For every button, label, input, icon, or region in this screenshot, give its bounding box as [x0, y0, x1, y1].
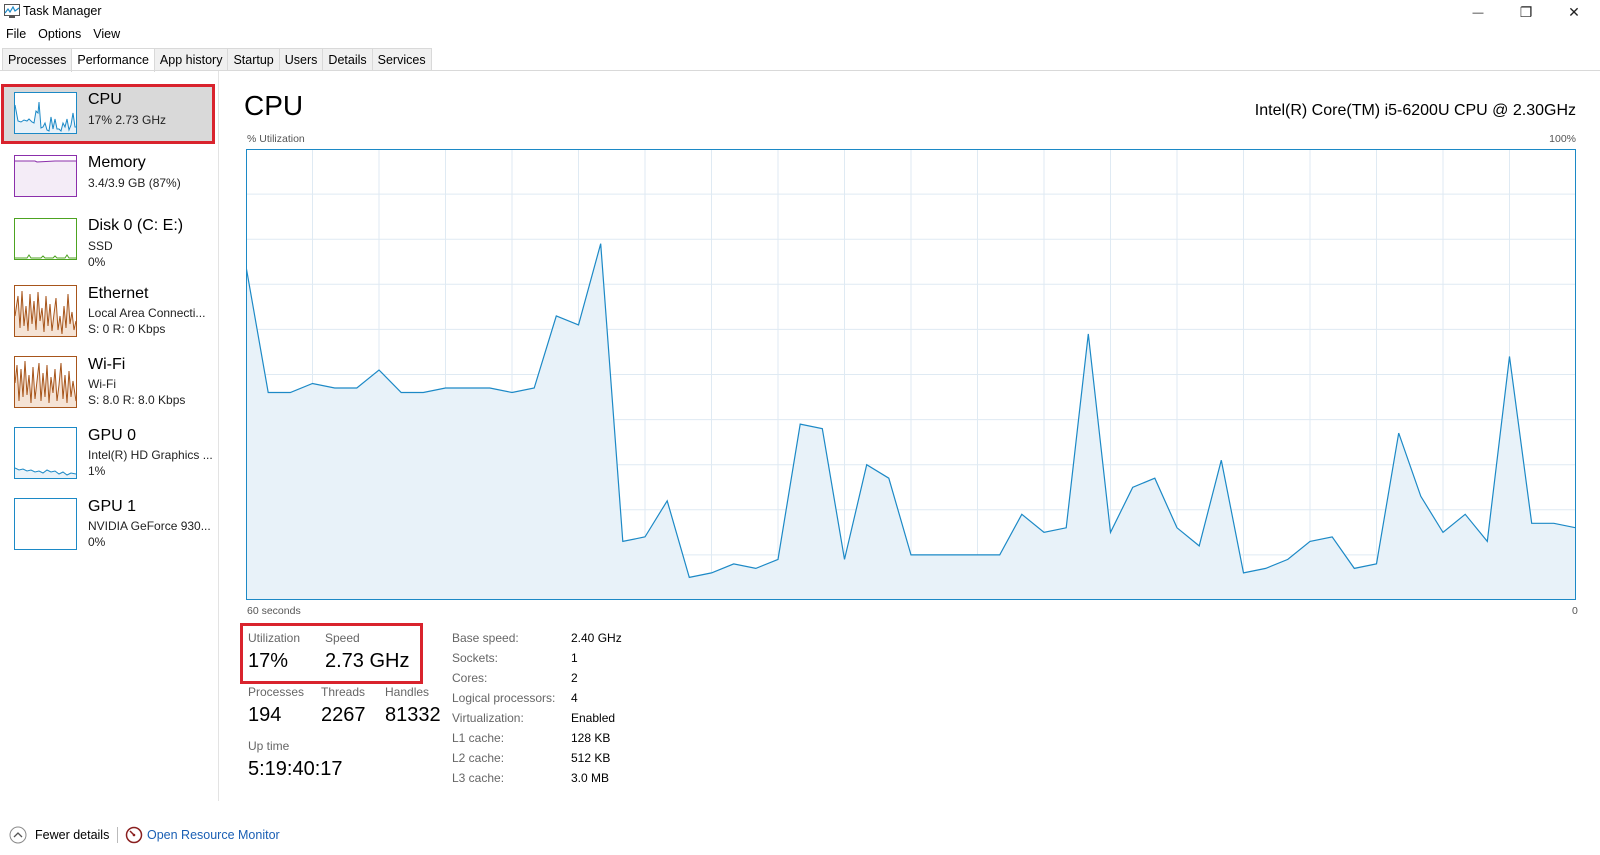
sidebar-item-detail: 1%: [88, 464, 106, 478]
sidebar-item-title: GPU 0: [88, 427, 137, 444]
y-axis-label: % Utilization: [247, 133, 305, 145]
tab-processes[interactable]: Processes: [2, 48, 73, 71]
threads-label: Threads: [321, 685, 366, 699]
sidebar-item-detail: 0%: [88, 255, 106, 269]
base-speed-value: 2.40 GHz: [571, 631, 622, 645]
cpu-model-name: Intel(R) Core(TM) i5-6200U CPU @ 2.30GHz: [1254, 102, 1576, 119]
tab-performance[interactable]: Performance: [71, 48, 155, 72]
cpu-highlight-annotation: [1, 84, 215, 144]
base-speed-label: Base speed:: [452, 631, 519, 645]
speed-value: 2.73 GHz: [325, 650, 410, 672]
processes-value: 194: [248, 704, 282, 726]
x-axis-left-label: 60 seconds: [247, 605, 301, 617]
menu-bar: File Options View: [0, 26, 126, 46]
menu-view[interactable]: View: [87, 26, 126, 46]
sidebar-item-adapter: Local Area Connecti...: [88, 306, 206, 320]
sidebar-item-adapter: Intel(R) HD Graphics ...: [88, 448, 213, 462]
tab-users[interactable]: Users: [278, 48, 324, 71]
disk-thumbnail: [14, 218, 77, 260]
minimize-button[interactable]: —: [1454, 0, 1502, 25]
sidebar-item-gpu0[interactable]: GPU 0 Intel(R) HD Graphics ... 1%: [2, 427, 213, 485]
window-title: Task Manager: [23, 4, 102, 18]
sidebar-item-wifi[interactable]: Wi-Fi Wi-Fi S: 8.0 R: 8.0 Kbps: [2, 356, 213, 414]
sidebar-item-memory[interactable]: Memory 3.4/3.9 GB (87%): [2, 149, 213, 207]
close-icon: ✕: [1568, 4, 1580, 20]
utilization-value: 17%: [248, 650, 289, 672]
footer-bar: Fewer details Open Resource Monitor: [0, 823, 1600, 849]
sidebar-item-detail: S: 0 R: 0 Kbps: [88, 322, 166, 336]
sidebar-item-adapter: NVIDIA GeForce 930...: [88, 519, 211, 533]
sidebar-item-title: Wi-Fi: [88, 356, 126, 373]
footer-divider: [117, 827, 118, 843]
ethernet-thumbnail: [14, 285, 77, 337]
sidebar-item-type: SSD: [88, 239, 113, 253]
page-title: CPU: [244, 90, 304, 121]
title-bar: Task Manager — ❐ ✕: [0, 0, 1600, 25]
uptime-value: 5:19:40:17: [248, 758, 343, 780]
virtualization-label: Virtualization:: [452, 711, 524, 725]
y-axis-max-label: 100%: [1549, 133, 1576, 145]
gpu1-thumbnail: [14, 498, 77, 550]
restore-button[interactable]: ❐: [1502, 0, 1550, 25]
logical-processors-value: 4: [571, 691, 578, 705]
utilization-label: Utilization: [248, 631, 301, 645]
cpu-utilization-graph: [246, 149, 1576, 600]
tab-services[interactable]: Services: [371, 48, 432, 71]
sidebar-item-disk[interactable]: Disk 0 (C: E:) SSD 0%: [2, 212, 213, 270]
sockets-value: 1: [571, 651, 578, 665]
resource-sidebar: CPU 17% 2.73 GHz Memory 3.4/3.9 GB (87%)…: [0, 71, 219, 801]
virtualization-value: Enabled: [571, 711, 616, 725]
l3-cache-label: L3 cache:: [452, 771, 505, 785]
processes-label: Processes: [248, 685, 305, 699]
close-button[interactable]: ✕: [1550, 0, 1598, 25]
sidebar-item-detail: 3.4/3.9 GB (87%): [88, 176, 181, 190]
menu-options[interactable]: Options: [32, 26, 87, 46]
menu-file[interactable]: File: [0, 26, 32, 46]
sidebar-item-detail: 0%: [88, 535, 106, 549]
handles-label: Handles: [385, 685, 430, 699]
tab-details[interactable]: Details: [322, 48, 373, 71]
gpu0-thumbnail: [14, 427, 77, 479]
task-manager-icon: [4, 4, 20, 18]
l2-cache-value: 512 KB: [571, 751, 611, 765]
l1-cache-label: L1 cache:: [452, 731, 505, 745]
sidebar-item-title: Ethernet: [88, 285, 149, 302]
cores-label: Cores:: [452, 671, 488, 685]
sidebar-item-ethernet[interactable]: Ethernet Local Area Connecti... S: 0 R: …: [2, 285, 213, 343]
tab-app-history[interactable]: App history: [153, 48, 229, 71]
memory-thumbnail: [14, 155, 77, 197]
l2-cache-label: L2 cache:: [452, 751, 505, 765]
sidebar-item-title: Disk 0 (C: E:): [88, 217, 184, 234]
sockets-label: Sockets:: [452, 651, 499, 665]
tab-startup[interactable]: Startup: [227, 48, 280, 71]
l3-cache-value: 3.0 MB: [571, 771, 610, 785]
wifi-thumbnail: [14, 356, 77, 408]
open-resource-monitor-link[interactable]: Open Resource Monitor: [147, 828, 280, 842]
x-axis-right-label: 0: [1572, 605, 1578, 617]
minimize-icon: —: [1472, 6, 1484, 19]
cores-value: 2: [571, 671, 578, 685]
restore-icon: ❐: [1519, 4, 1533, 20]
tab-bar: Processes Performance App history Startu…: [2, 48, 432, 72]
speed-label: Speed: [325, 631, 360, 645]
sidebar-item-gpu1[interactable]: GPU 1 NVIDIA GeForce 930... 0%: [2, 498, 213, 556]
tabs-divider: [0, 70, 1600, 71]
sidebar-item-adapter: Wi-Fi: [88, 377, 116, 391]
resource-monitor-icon[interactable]: [125, 826, 143, 844]
threads-value: 2267: [321, 704, 366, 726]
l1-cache-value: 128 KB: [571, 731, 611, 745]
sidebar-item-title: GPU 1: [88, 498, 137, 515]
handles-value: 81332: [385, 704, 441, 726]
logical-processors-label: Logical processors:: [452, 691, 556, 705]
sidebar-item-title: Memory: [88, 154, 146, 171]
chevron-up-icon[interactable]: [9, 826, 27, 844]
fewer-details-link[interactable]: Fewer details: [35, 828, 109, 842]
sidebar-item-detail: S: 8.0 R: 8.0 Kbps: [88, 393, 186, 407]
uptime-label: Up time: [248, 739, 290, 753]
